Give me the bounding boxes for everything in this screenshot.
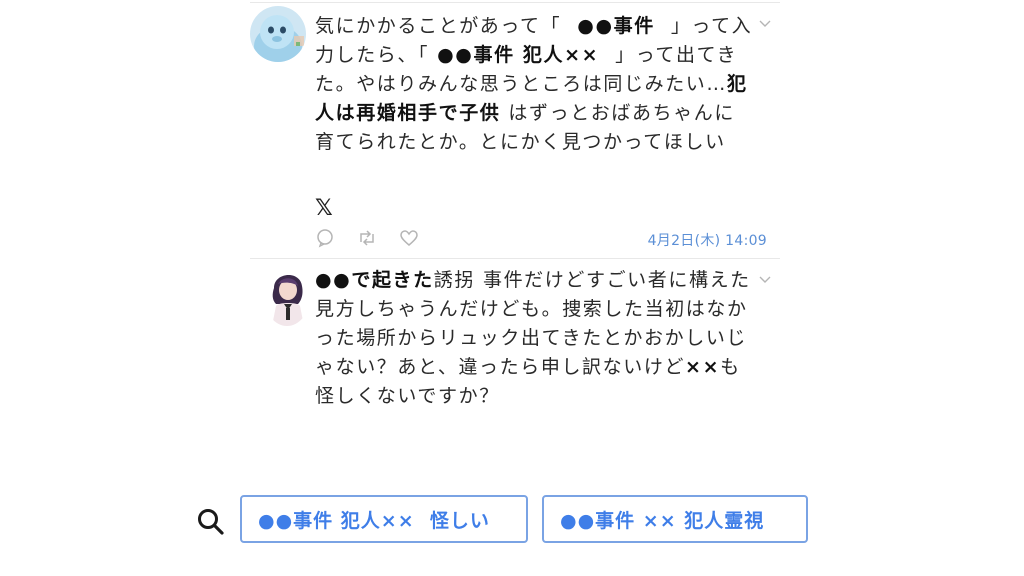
tweet[interactable]: 気にかかることがあって「 ●●事件 」って入力したら、「 ●●事件 犯人×× 」って出て… (250, 6, 780, 258)
tweet-text-part: 気にかかることがあって「 (315, 15, 562, 37)
tweet-actions: 4月2日(木) 14:09 (315, 228, 775, 250)
like-icon[interactable] (399, 228, 419, 248)
highlighted-phrase: ●●で起きた (315, 269, 434, 291)
avatar[interactable] (250, 6, 306, 62)
retweet-icon[interactable] (357, 228, 377, 248)
tweet-divider (250, 258, 780, 259)
screen: 気にかかることがあって「 ●●事件 」って入力したら、「 ●●事件 犯人×× 」って出て… (0, 0, 1024, 576)
tweet-text: ●●で起きた誘拐 事件だけどすごい者に構えた見方しちゃうんだけども。捜索した当初は… (315, 266, 755, 411)
search-suggestion-chip[interactable]: ●●事件 ×× 犯人霊視 (542, 495, 808, 543)
search-suggestion-chip[interactable]: ●●事件 犯人×× 怪しい (240, 495, 528, 543)
blue-mascot-avatar-icon (250, 6, 306, 62)
tweet[interactable]: ●●で起きた誘拐 事件だけどすごい者に構えた見方しちゃうんだけども。捜索した当初は… (250, 262, 780, 432)
x-logo-icon: 𝕏 (315, 196, 333, 221)
chevron-down-icon[interactable] (758, 270, 772, 283)
anime-character-avatar-icon (264, 266, 310, 326)
redacted-keyword: ×× (685, 356, 721, 378)
top-divider (250, 2, 780, 3)
tweet-text-part: 誘拐 (433, 269, 475, 291)
timestamp[interactable]: 4月2日(木) 14:09 (648, 230, 767, 250)
search-icon[interactable] (196, 507, 226, 537)
redacted-keyword: ●●事件 犯人×× (437, 44, 600, 66)
avatar[interactable] (264, 266, 310, 326)
reply-icon[interactable] (315, 228, 335, 248)
redacted-keyword: ●●事件 (577, 15, 655, 37)
chevron-down-icon[interactable] (758, 14, 772, 27)
tweet-text: 気にかかることがあって「 ●●事件 」って入力したら、「 ●●事件 犯人×× 」って出て… (315, 12, 755, 157)
